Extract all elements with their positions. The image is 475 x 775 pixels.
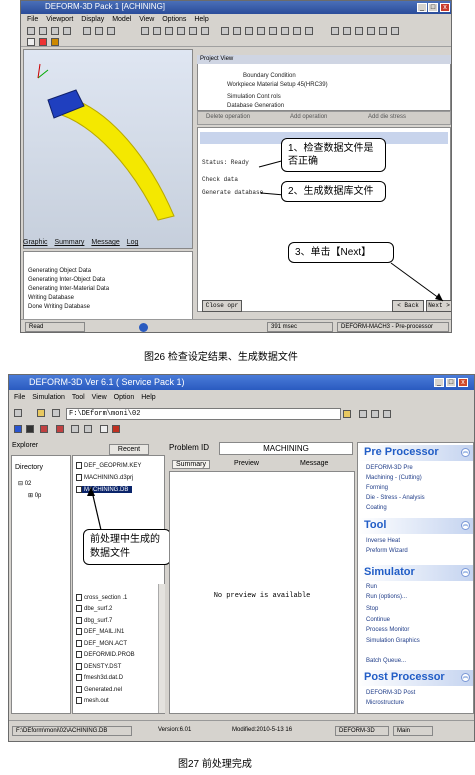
fig26-statusbar: Read 391 msec DEFORM-MACH3 - Pre-process…: [21, 319, 451, 332]
task-item[interactable]: Simulation Graphics: [366, 638, 420, 644]
task-pane: Pre Processor ︽ DEFORM-3D Pre Machining -…: [357, 442, 474, 714]
status-ready: Read: [25, 322, 85, 332]
task-item[interactable]: Continue: [366, 617, 390, 623]
status-file-path: F:\DEform\moni\02\ACHINING.DB: [12, 726, 132, 736]
section-simulator[interactable]: Simulator ︽: [358, 565, 473, 581]
task-item[interactable]: Run (options)...: [366, 594, 407, 600]
section-title: Simulator: [364, 566, 415, 578]
section-title: Post Processor: [364, 671, 445, 683]
status-speed: 391 msec: [267, 322, 333, 332]
figure-26-caption: 图26 检查设定结果、生成数据文件: [144, 352, 298, 363]
fig26-screenshot: DEFORM-3D Pack 1 [ACHINING] _ □ x File V…: [20, 0, 452, 333]
preview-pane: No preview is available: [169, 471, 355, 714]
task-item[interactable]: Stop: [366, 606, 378, 612]
status-module: DEFORM-3D: [335, 726, 389, 736]
task-item[interactable]: Machining - (Cutting): [366, 475, 422, 481]
callout-generate-database: 2、生成数据库文件: [281, 181, 386, 202]
section-post-processor[interactable]: Post Processor ︽: [358, 670, 473, 686]
section-pre-processor[interactable]: Pre Processor ︽: [358, 445, 473, 461]
task-item[interactable]: Coating: [366, 505, 387, 511]
status-main: Main: [393, 726, 433, 736]
tab-preview[interactable]: Preview: [231, 460, 262, 467]
status-module: DEFORM-MACH3 - Pre-processor: [337, 322, 449, 332]
no-preview-message: No preview is available: [213, 592, 311, 600]
status-version: Version:6.01: [155, 726, 211, 736]
task-item[interactable]: Process Monitor: [366, 627, 409, 633]
task-item[interactable]: Batch Queue...: [366, 658, 406, 664]
task-item[interactable]: Forming: [366, 485, 388, 491]
status-modified: Modified:2010-5-13 16: [229, 726, 315, 736]
task-item[interactable]: Die - Stress - Analysis: [366, 495, 425, 501]
tab-message[interactable]: Message: [297, 460, 331, 467]
task-item[interactable]: Preform Wizard: [366, 548, 408, 554]
task-item[interactable]: Run: [366, 584, 377, 590]
tab-summary[interactable]: Summary: [172, 460, 210, 469]
task-item[interactable]: DEFORM-3D Pre: [366, 465, 413, 471]
fig27-statusbar: F:\DEform\moni\02\ACHINING.DB Version:6.…: [9, 720, 474, 741]
section-title: Pre Processor: [364, 446, 439, 458]
chevron-up-icon[interactable]: ︽: [461, 568, 470, 577]
figure-27-caption: 图27 前处理完成: [178, 759, 252, 770]
callout-check-data: 1、检查数据文件是否正确: [281, 138, 386, 172]
callout-arrows: [258, 158, 444, 302]
chevron-up-icon[interactable]: ︽: [461, 673, 470, 682]
section-tool[interactable]: Tool ︽: [358, 518, 473, 534]
problem-id-field[interactable]: MACHINING: [219, 442, 353, 455]
callout-click-next: 3、单击【Next】: [288, 242, 394, 263]
callout-generated-files: 前处理中生成的数据文件: [83, 529, 171, 565]
task-item[interactable]: DEFORM-3D Post: [366, 690, 415, 696]
section-title: Tool: [364, 519, 387, 531]
problem-id-label: Problem ID: [169, 443, 210, 452]
task-item[interactable]: Inverse Heat: [366, 538, 400, 544]
chevron-up-icon[interactable]: ︽: [461, 521, 470, 530]
info-icon: [139, 323, 148, 332]
fig27-screenshot: DEFORM-3D Ver 6.1 ( Service Pack 1) _ □ …: [8, 374, 475, 742]
chevron-up-icon[interactable]: ︽: [461, 448, 470, 457]
task-item[interactable]: Microstructure: [366, 700, 404, 706]
